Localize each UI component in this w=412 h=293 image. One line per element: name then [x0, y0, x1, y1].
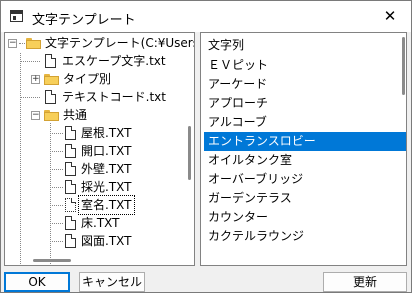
list-item[interactable]: アルコーブ	[204, 113, 406, 132]
document-icon	[65, 180, 76, 194]
collapse-icon[interactable]: −	[8, 39, 17, 48]
tree-item-file[interactable]: 図面.TXT	[5, 232, 194, 250]
list-item[interactable]: ＥＶピット	[204, 56, 406, 75]
tree-item-escape[interactable]: エスケープ文字.txt	[5, 52, 194, 70]
tree-item-label: タイプ別	[63, 72, 112, 86]
tree-item-label: エスケープ文字.txt	[62, 54, 166, 68]
list-vertical-scrollbar[interactable]	[402, 37, 405, 95]
expand-icon[interactable]: +	[31, 75, 40, 84]
document-icon	[45, 54, 56, 68]
folder-icon	[44, 74, 59, 85]
list-item[interactable]: カウンター	[204, 208, 406, 227]
tree-item-label: 外壁.TXT	[81, 162, 132, 176]
list-item[interactable]: アーケード	[204, 75, 406, 94]
tree-vertical-scrollbar[interactable]	[188, 126, 191, 180]
tree-item-label: 室名.TXT	[78, 195, 135, 215]
title-bar: 文字テンプレート ✕	[1, 1, 411, 32]
tree-item-label: 図面.TXT	[81, 234, 132, 248]
tree-item-label: 開口.TXT	[81, 144, 132, 158]
list-item[interactable]: オーバーブリッジ	[204, 170, 406, 189]
window-title: 文字テンプレート	[32, 13, 136, 28]
tree-item-file[interactable]: 外壁.TXT	[5, 160, 194, 178]
tree-item-label: 屋根.TXT	[81, 126, 132, 140]
cancel-button[interactable]: キャンセル	[79, 272, 145, 292]
document-icon	[45, 90, 56, 104]
tree-item-label: 採光.TXT	[81, 180, 132, 194]
list-item[interactable]: ガーデンテラス	[204, 189, 406, 208]
document-icon	[65, 126, 76, 140]
list-item[interactable]: カクテルラウンジ	[204, 227, 406, 246]
tree-item-type[interactable]: + タイプ別	[5, 70, 194, 88]
tree-item-textcode[interactable]: テキストコード.txt	[5, 88, 194, 106]
tree-item-file-selected[interactable]: 室名.TXT	[5, 195, 194, 215]
tree-item-label: テキストコード.txt	[62, 90, 166, 104]
tree-item-file[interactable]: 屋根.TXT	[5, 124, 194, 142]
tree-item-label: 床.TXT	[81, 216, 120, 230]
tree-item-file[interactable]: 開口.TXT	[5, 142, 194, 160]
tree-item-label: 共通	[63, 108, 88, 122]
tree-item-file[interactable]: 床.TXT	[5, 214, 194, 232]
folder-open-icon	[44, 110, 59, 121]
collapse-icon[interactable]: −	[31, 111, 40, 120]
list-item[interactable]: 文字列	[204, 36, 406, 55]
string-list[interactable]: 文字列 ＥＶピット アーケード アプローチ アルコーブ エントランスロビー オイ…	[200, 32, 407, 266]
tree-root[interactable]: − 文字テンプレート(C:¥Users¥	[5, 34, 195, 52]
tree-horizontal-scrollbar[interactable]	[33, 259, 71, 262]
list-item[interactable]: アプローチ	[204, 94, 406, 113]
update-button[interactable]: 更新	[323, 272, 407, 292]
document-icon	[65, 216, 76, 230]
ok-button[interactable]: OK	[4, 272, 70, 292]
tree-root-label: 文字テンプレート(C:¥Users¥	[45, 36, 195, 50]
app-window-icon	[10, 10, 23, 22]
tree-item-file[interactable]: 採光.TXT	[5, 178, 194, 196]
document-icon	[65, 198, 76, 212]
document-icon	[65, 162, 76, 176]
list-item[interactable]: オイルタンク室	[204, 151, 406, 170]
template-tree[interactable]: − 文字テンプレート(C:¥Users¥ エスケープ文字.txt + タイプ別 …	[4, 32, 195, 266]
folder-open-icon	[26, 38, 41, 49]
document-icon	[65, 234, 76, 248]
document-icon	[65, 144, 76, 158]
list-item-selected[interactable]: エントランスロビー	[204, 132, 406, 151]
close-icon[interactable]: ✕	[369, 1, 411, 32]
tree-item-common[interactable]: − 共通	[5, 106, 194, 124]
